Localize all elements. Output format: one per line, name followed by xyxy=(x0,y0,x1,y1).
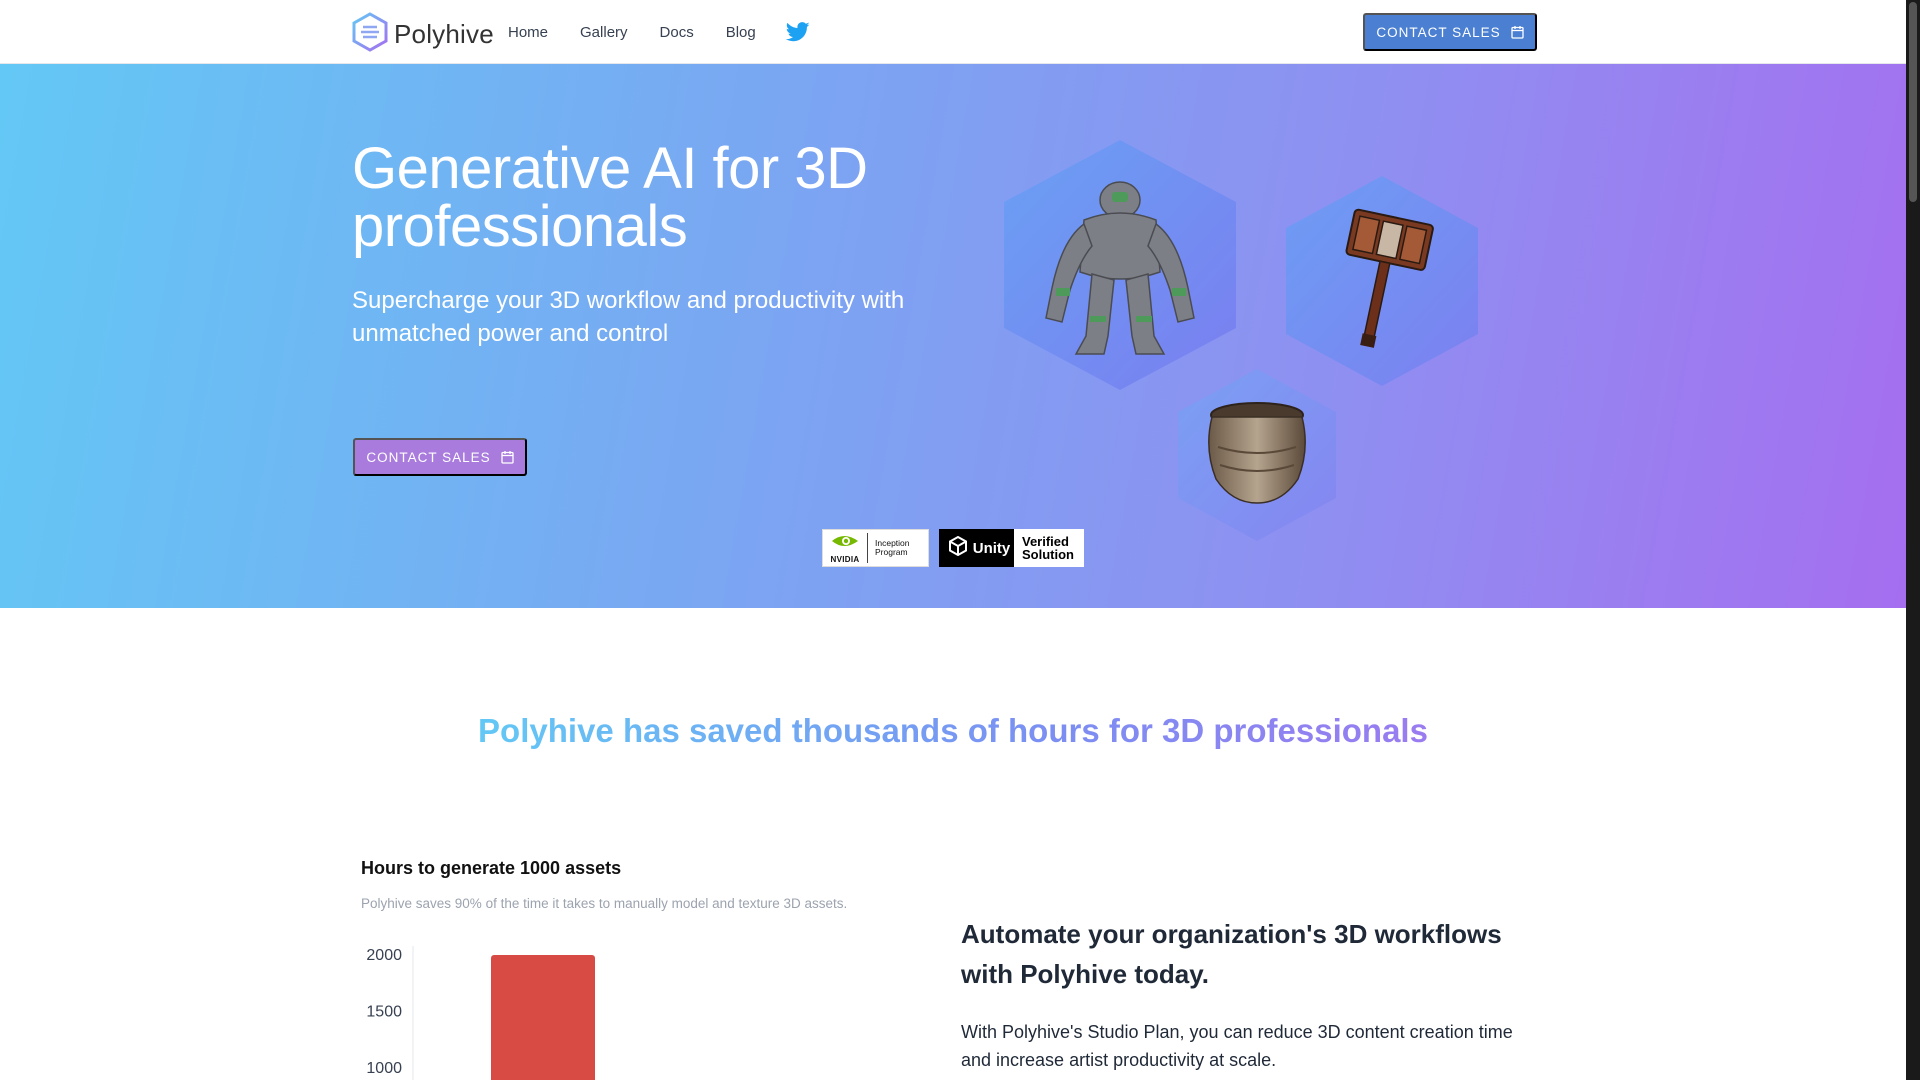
top-navbar: Polyhive Home Gallery Docs Blog CONTACT … xyxy=(0,0,1906,64)
nav-blog-link[interactable]: Blog xyxy=(726,24,756,41)
calendar-icon xyxy=(500,450,514,464)
hero-title: Generative AI for 3D professionals xyxy=(352,136,868,259)
nav-home-link[interactable]: Home xyxy=(508,24,548,41)
unity-wordmark: Unity xyxy=(972,539,1011,557)
chart-bar xyxy=(491,955,595,1080)
savings-tagline: Polyhive has saved thousands of hours fo… xyxy=(0,712,1906,750)
main-nav: Home Gallery Docs Blog xyxy=(508,0,810,64)
nav-docs-link[interactable]: Docs xyxy=(660,24,694,41)
scrollbar-thumb[interactable] xyxy=(1909,2,1917,202)
nvidia-wordmark: NVIDIA xyxy=(830,554,860,564)
twitter-icon[interactable] xyxy=(785,22,810,42)
y-tick-label: 2000 xyxy=(366,947,402,964)
header-contact-sales-button[interactable]: CONTACT SALES xyxy=(1363,13,1537,51)
hours-bar-chart: 2000 1500 1000 xyxy=(366,946,595,1080)
nvidia-eye-icon xyxy=(830,533,860,554)
unity-cube-icon xyxy=(948,535,968,560)
unity-verified-badge: Unity Verified Solution xyxy=(939,529,1084,567)
automate-body: With Polyhive's Studio Plan, you can red… xyxy=(961,1022,1513,1070)
calendar-icon xyxy=(1510,25,1524,39)
hero-subtitle: Supercharge your 3D workflow and product… xyxy=(352,287,905,347)
savings-tagline-text: Polyhive has saved thousands of hours fo… xyxy=(478,712,1428,749)
brand-name: Polyhive xyxy=(394,19,494,49)
chart-title: Hours to generate 1000 assets xyxy=(361,858,622,878)
hero-contact-sales-button[interactable]: CONTACT SALES xyxy=(353,438,527,476)
golem-model-hexagon xyxy=(1000,140,1240,390)
chart-subtitle: Polyhive saves 90% of the time it takes … xyxy=(361,896,848,911)
nav-gallery-link[interactable]: Gallery xyxy=(580,24,628,41)
unity-badge-line2: Solution xyxy=(1022,547,1074,562)
hero-contact-sales-label: CONTACT SALES xyxy=(366,449,491,465)
y-tick-label: 1000 xyxy=(366,1060,402,1077)
polyhive-logo-icon xyxy=(352,12,388,57)
brand-logo-link[interactable]: Polyhive xyxy=(352,12,494,57)
automate-title: Automate your organization's 3D workflow… xyxy=(961,919,1502,989)
hammer-model-hexagon xyxy=(1282,176,1482,386)
nvidia-badge-line2: Program xyxy=(875,547,908,557)
nvidia-inception-badge: NVIDIA Inception Program xyxy=(822,529,929,567)
hero-section: Generative AI for 3D professionals Super… xyxy=(0,64,1906,608)
pot-model-hexagon xyxy=(1176,369,1338,541)
y-tick-label: 1500 xyxy=(366,1004,402,1021)
header-contact-sales-label: CONTACT SALES xyxy=(1376,24,1501,40)
